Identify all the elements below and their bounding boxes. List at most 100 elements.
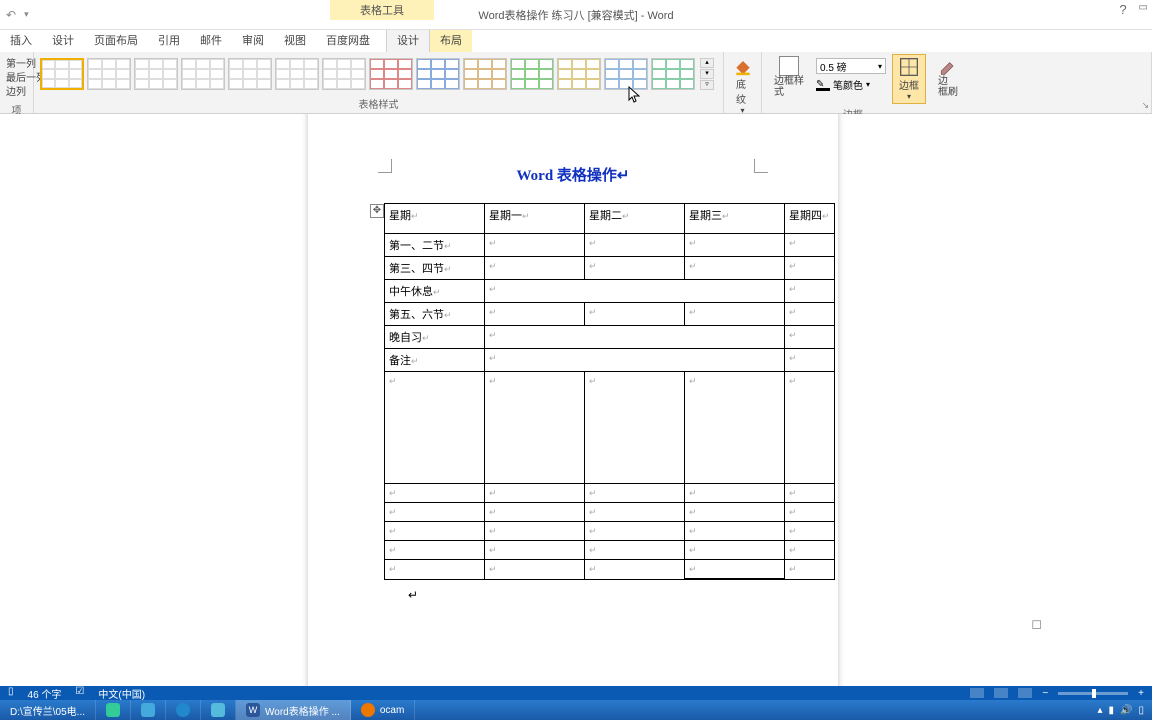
table-cell[interactable]: ↵ bbox=[785, 522, 835, 541]
table-cell[interactable]: ↵ bbox=[685, 522, 785, 541]
table-cell[interactable]: ↵ bbox=[385, 503, 485, 522]
table-cell[interactable]: ↵ bbox=[685, 484, 785, 503]
table-cell[interactable]: ↵ bbox=[785, 372, 835, 484]
table-cell[interactable]: ↵ bbox=[385, 560, 485, 580]
table-cell[interactable]: ↵ bbox=[385, 522, 485, 541]
qat-customize-icon[interactable]: ▾ bbox=[24, 9, 29, 20]
table-cell[interactable]: ↵ bbox=[785, 326, 835, 349]
dialog-launcher-icon[interactable]: ↘ bbox=[1141, 100, 1149, 111]
table-cell[interactable]: 星期三↵ bbox=[685, 204, 785, 234]
table-cell[interactable]: ↵ bbox=[685, 503, 785, 522]
pen-color-button[interactable]: ✎ 笔颜色 ▾ bbox=[816, 77, 886, 92]
style-thumb[interactable] bbox=[557, 58, 601, 90]
table-cell[interactable]: ↵ bbox=[485, 303, 585, 326]
tab-table-layout[interactable]: 布局 bbox=[430, 28, 472, 52]
table-cell[interactable]: ↵ bbox=[785, 503, 835, 522]
tray-volume-icon[interactable]: 🔊 bbox=[1120, 705, 1132, 716]
table-cell[interactable]: ↵ bbox=[585, 503, 685, 522]
zoom-slider[interactable] bbox=[1058, 692, 1128, 695]
table-cell[interactable]: ↵ bbox=[785, 257, 835, 280]
table-cell[interactable]: ↵ bbox=[585, 541, 685, 560]
tab-mailings[interactable]: 邮件 bbox=[190, 28, 232, 52]
undo-icon[interactable]: ↶ bbox=[6, 8, 16, 22]
schedule-table[interactable]: 星期↵ 星期一↵ 星期二↵ 星期三↵ 星期四↵ 第一、二节↵↵↵↵↵ 第三、四节… bbox=[384, 203, 835, 580]
table-cell[interactable]: 第三、四节↵ bbox=[385, 257, 485, 280]
table-cell[interactable]: 星期二↵ bbox=[585, 204, 685, 234]
table-cell[interactable]: 第一、二节↵ bbox=[385, 234, 485, 257]
style-thumb[interactable] bbox=[181, 58, 225, 90]
table-move-handle-icon[interactable]: ✥ bbox=[370, 204, 384, 218]
style-thumb[interactable] bbox=[651, 58, 695, 90]
table-cell[interactable]: ↵ bbox=[685, 560, 785, 580]
table-cell[interactable]: ↵ bbox=[685, 257, 785, 280]
table-cell[interactable]: ↵ bbox=[785, 484, 835, 503]
tray-battery-icon[interactable]: ▯ bbox=[1138, 705, 1144, 716]
table-cell[interactable]: ↵ bbox=[485, 349, 785, 372]
tray-network-icon[interactable]: ▮ bbox=[1109, 705, 1115, 716]
table-cell[interactable]: ↵ bbox=[385, 541, 485, 560]
table-cell[interactable]: ↵ bbox=[485, 484, 585, 503]
table-cell[interactable]: 中午休息↵ bbox=[385, 280, 485, 303]
status-proofing-icon[interactable]: ☑ bbox=[75, 686, 84, 701]
style-thumb[interactable] bbox=[322, 58, 366, 90]
table-cell[interactable]: ↵ bbox=[685, 541, 785, 560]
table-cell[interactable]: ↵ bbox=[785, 560, 835, 580]
zoom-out-icon[interactable]: − bbox=[1042, 688, 1048, 699]
view-print-icon[interactable] bbox=[994, 688, 1008, 698]
tab-insert[interactable]: 插入 bbox=[0, 28, 42, 52]
table-cell[interactable]: ↵ bbox=[585, 234, 685, 257]
table-cell[interactable]: ↵ bbox=[485, 234, 585, 257]
taskbar-app-b[interactable] bbox=[166, 700, 201, 720]
table-cell[interactable]: ↵ bbox=[385, 372, 485, 484]
table-cell[interactable]: ↵ bbox=[585, 560, 685, 580]
status-word-count[interactable]: 46 个字 bbox=[28, 686, 62, 701]
table-cell[interactable]: ↵ bbox=[485, 560, 585, 580]
gallery-down-icon[interactable]: ▾ bbox=[700, 69, 714, 79]
status-page[interactable]: ▯ bbox=[8, 686, 14, 701]
style-thumb[interactable] bbox=[228, 58, 272, 90]
table-cell[interactable]: ↵ bbox=[485, 522, 585, 541]
table-cell[interactable]: 第五、六节↵ bbox=[385, 303, 485, 326]
table-cell[interactable]: ↵ bbox=[485, 326, 785, 349]
style-thumb[interactable] bbox=[463, 58, 507, 90]
taskbar-browser[interactable] bbox=[96, 700, 131, 720]
table-cell[interactable]: 星期四↵ bbox=[785, 204, 835, 234]
table-cell[interactable]: ↵ bbox=[485, 257, 585, 280]
table-cell[interactable]: ↵ bbox=[785, 303, 835, 326]
table-cell[interactable]: ↵ bbox=[485, 280, 785, 303]
table-cell[interactable]: ↵ bbox=[785, 280, 835, 303]
border-weight-select[interactable]: 0.5 磅 ▾ bbox=[816, 58, 886, 74]
table-cell[interactable]: 星期↵ bbox=[385, 204, 485, 234]
border-style-button[interactable]: 边框样 式 bbox=[768, 54, 810, 100]
table-cell[interactable]: ↵ bbox=[685, 234, 785, 257]
style-thumb[interactable] bbox=[275, 58, 319, 90]
style-thumb[interactable] bbox=[604, 58, 648, 90]
help-icon[interactable]: ? bbox=[1119, 2, 1126, 17]
table-cell[interactable]: ↵ bbox=[785, 541, 835, 560]
table-cell[interactable]: ↵ bbox=[585, 257, 685, 280]
gallery-more-icon[interactable]: ▿ bbox=[700, 80, 714, 90]
table-cell[interactable]: ↵ bbox=[585, 484, 685, 503]
style-thumb[interactable] bbox=[369, 58, 413, 90]
tab-baidu[interactable]: 百度网盘 bbox=[316, 28, 380, 52]
table-cell[interactable]: ↵ bbox=[585, 372, 685, 484]
style-thumb[interactable] bbox=[40, 58, 84, 90]
table-cell[interactable]: ↵ bbox=[585, 303, 685, 326]
style-thumb[interactable] bbox=[416, 58, 460, 90]
table-cell[interactable]: ↵ bbox=[485, 503, 585, 522]
table-cell[interactable]: 晚自习↵ bbox=[385, 326, 485, 349]
table-cell[interactable]: ↵ bbox=[485, 541, 585, 560]
border-painter-button[interactable]: 边 框刷 bbox=[932, 54, 964, 100]
tab-view[interactable]: 视图 bbox=[274, 28, 316, 52]
table-cell[interactable]: 备注↵ bbox=[385, 349, 485, 372]
taskbar-path[interactable]: D:\宣传兰\05电... bbox=[0, 700, 96, 720]
view-read-icon[interactable] bbox=[970, 688, 984, 698]
taskbar-ocam[interactable]: ocam bbox=[351, 700, 415, 720]
table-cell[interactable]: ↵ bbox=[785, 234, 835, 257]
table-cell[interactable]: 星期一↵ bbox=[485, 204, 585, 234]
status-language[interactable]: 中文(中国) bbox=[98, 686, 145, 701]
table-cell[interactable]: ↵ bbox=[485, 372, 585, 484]
zoom-thumb[interactable] bbox=[1092, 689, 1096, 698]
borders-button[interactable]: 边框 ▾ bbox=[892, 54, 926, 104]
table-cell[interactable]: ↵ bbox=[685, 303, 785, 326]
